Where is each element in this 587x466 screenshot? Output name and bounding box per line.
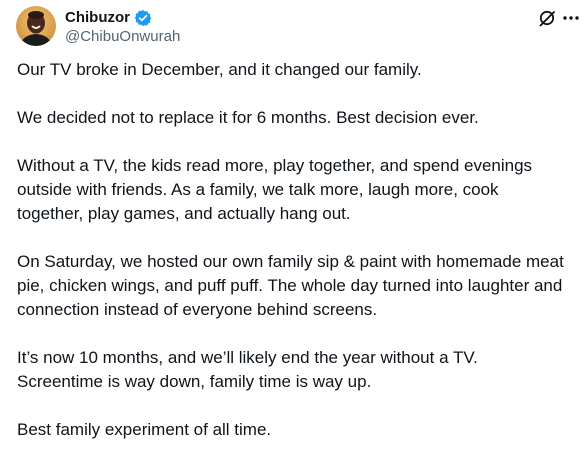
tweet-line: Best family experiment of all time. [17,420,272,439]
tweet-paragraph: Our TV broke in December, and it changed… [17,58,585,82]
tweet-line: It’s now 10 months, and we’ll likely end… [17,348,478,367]
tweet-line: Our TV broke in December, and it changed… [17,60,422,79]
author-display-name[interactable]: Chibuzor [65,8,130,28]
tweet-paragraph: We decided not to replace it for 6 month… [17,106,585,130]
more-options-icon[interactable] [561,8,581,28]
verified-badge-icon[interactable] [134,9,152,27]
tweet-line: Without a TV, the kids read more, play t… [17,156,533,175]
tweet: Chibuzor @ChibuOnwurah Our TV broke in D… [0,0,587,450]
tweet-text: Our TV broke in December, and it changed… [17,58,585,466]
grok-icon[interactable] [537,8,557,28]
avatar-image [16,6,56,46]
avatar[interactable] [16,6,56,46]
tweet-line: pie, chicken wings, and puff puff. The w… [17,276,563,295]
tweet-paragraph: On Saturday, we hosted our own family si… [17,250,585,322]
tweet-line: connection instead of everyone behind sc… [17,300,378,319]
tweet-line: outside with friends. As a family, we ta… [17,180,499,199]
author-name-row: Chibuzor [65,8,152,28]
tweet-line: together, play games, and actually hang … [17,204,351,223]
tweet-paragraph: Best family experiment of all time. [17,418,585,442]
author-handle[interactable]: @ChibuOnwurah [65,28,180,46]
tweet-paragraph: Without a TV, the kids read more, play t… [17,154,585,226]
tweet-line: We decided not to replace it for 6 month… [17,108,479,127]
tweet-line: Screentime is way down, family time is w… [17,372,372,391]
tweet-line: On Saturday, we hosted our own family si… [17,252,564,271]
tweet-paragraph: It’s now 10 months, and we’ll likely end… [17,346,585,394]
